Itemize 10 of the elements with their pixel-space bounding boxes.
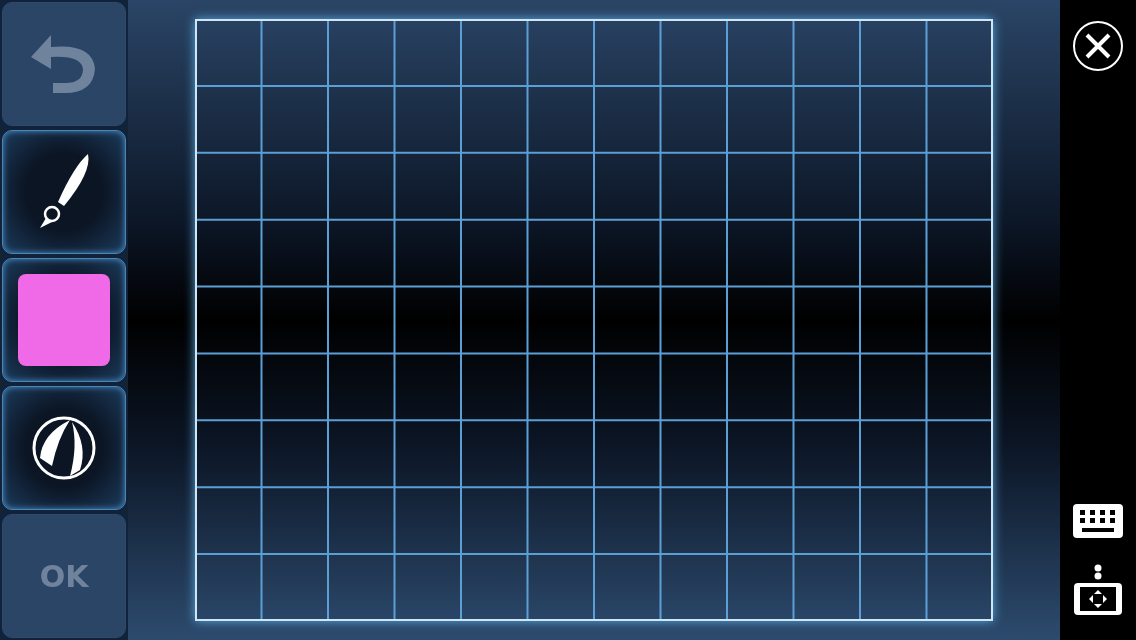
close-button[interactable]	[1072, 20, 1124, 72]
beach-ball-icon	[32, 416, 96, 480]
close-icon	[1072, 20, 1124, 72]
move-screen-icon	[1073, 564, 1123, 616]
keyboard-icon	[1073, 504, 1123, 538]
fill-button[interactable]	[2, 386, 126, 510]
brush-button[interactable]	[2, 130, 126, 254]
move-button[interactable]	[1073, 564, 1123, 616]
keyboard-button[interactable]	[1073, 504, 1123, 538]
color-button[interactable]	[2, 258, 126, 382]
